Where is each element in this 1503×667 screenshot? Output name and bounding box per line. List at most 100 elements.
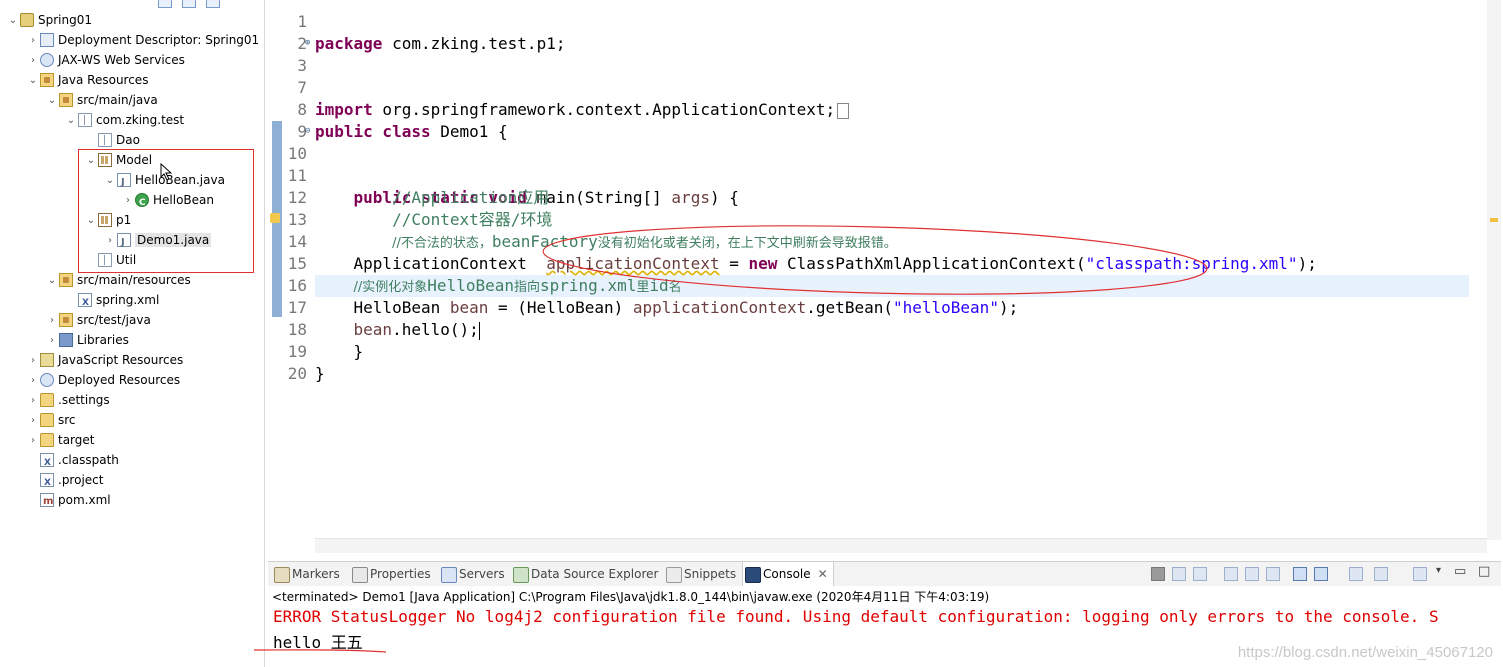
folder-icon (40, 432, 54, 447)
project-explorer: ⌄ Spring01 › Deployment Descriptor: Spring… (0, 0, 265, 667)
collapse-arrow-icon[interactable]: ⌄ (45, 91, 59, 111)
terminate-icon[interactable] (1151, 567, 1165, 581)
console-output[interactable]: <terminated> Demo1 [Java Application] C:… (268, 586, 1501, 667)
tab-data-source-explorer[interactable]: Data Source Explorer (511, 562, 658, 586)
view-menu-icon[interactable] (206, 0, 220, 8)
remove-all-launches-icon[interactable] (1193, 567, 1207, 581)
tree-item-project-file[interactable]: .project (26, 470, 103, 493)
tab-console[interactable]: Console ✕ (742, 562, 834, 586)
code-line: 7 (297, 78, 307, 97)
tree-item-target[interactable]: › target (26, 430, 95, 450)
tree-item-src-main-java[interactable]: ⌄ src/main/java (45, 90, 158, 110)
open-console-icon[interactable] (1413, 567, 1427, 581)
watermark: https://blog.csdn.net/weixin_45067120 (1237, 644, 1493, 661)
collapse-arrow-icon[interactable]: ⌄ (64, 111, 78, 131)
pin-console-icon[interactable] (1349, 567, 1363, 581)
data-source-icon (513, 567, 529, 583)
tree-item-package-com-zking-test[interactable]: ⌄ com.zking.test (64, 110, 184, 130)
tree-item-package-dao[interactable]: Dao (84, 130, 140, 150)
code-line: 2 (297, 34, 307, 53)
package-icon (78, 112, 92, 127)
tree-item-demo1-java[interactable]: ›Demo1.java (103, 230, 212, 253)
expand-arrow-icon[interactable]: › (26, 51, 40, 71)
show-on-stderr-icon[interactable] (1314, 567, 1328, 581)
web-services-icon (40, 52, 54, 67)
deployed-resources-icon (40, 372, 54, 387)
tree-item-package-p1[interactable]: ⌄ p1 (84, 210, 131, 230)
tab-properties[interactable]: Properties (350, 562, 431, 586)
properties-icon (352, 567, 368, 583)
tree-item-src-main-resources[interactable]: ⌄ src/main/resources (45, 270, 191, 290)
word-wrap-icon[interactable] (1266, 567, 1280, 581)
tree-item-package-util[interactable]: Util (84, 250, 136, 270)
package-icon (98, 152, 112, 167)
expand-arrow-icon[interactable]: › (26, 391, 40, 411)
project-icon (20, 12, 34, 27)
display-console-icon[interactable] (1374, 567, 1388, 581)
collapse-arrow-icon[interactable]: ⌄ (84, 211, 98, 231)
collapse-all-icon[interactable] (158, 0, 172, 8)
java-file-icon (117, 232, 131, 253)
tree-item-libraries[interactable]: › Libraries (45, 330, 129, 350)
expand-arrow-icon[interactable]: › (103, 231, 117, 251)
tree-item-jax-ws[interactable]: › JAX-WS Web Services (26, 50, 185, 70)
code-line: 13 //不合法的状态，beanFactory没有初始化或者关闭，在上下文中刷新… (287, 210, 897, 251)
collapse-arrow-icon[interactable]: ⌄ (26, 71, 40, 91)
bottom-view-tabs: Markers Properties Servers Data Source E… (268, 561, 1501, 587)
remove-launch-icon[interactable] (1172, 567, 1186, 581)
tree-item-deployed-resources[interactable]: › Deployed Resources (26, 370, 180, 390)
tab-servers[interactable]: Servers (439, 562, 505, 586)
expand-arrow-icon[interactable]: › (26, 351, 40, 371)
expand-arrow-icon[interactable]: › (26, 411, 40, 431)
tree-item-settings[interactable]: › .settings (26, 390, 110, 410)
tab-markers[interactable]: Markers (272, 562, 340, 586)
class-icon (135, 192, 149, 213)
collapse-arrow-icon[interactable]: ⌄ (45, 271, 59, 291)
tree-item-pom-xml[interactable]: pom.xml (26, 490, 111, 512)
source-folder-icon (59, 272, 73, 287)
collapse-fold-icon[interactable]: ⊖ (305, 120, 310, 142)
tree-item-classpath[interactable]: .classpath (26, 450, 119, 473)
explorer-toolbar (158, 0, 220, 8)
expand-arrow-icon[interactable]: › (45, 311, 59, 331)
link-with-editor-icon[interactable] (182, 0, 196, 8)
tree-item-package-model[interactable]: ⌄ Model (84, 150, 152, 170)
show-on-stdout-icon[interactable] (1293, 567, 1307, 581)
horizontal-scrollbar[interactable] (315, 538, 1487, 553)
tree-item-spring-xml[interactable]: spring.xml (64, 290, 159, 313)
tree-item-hellobean-class[interactable]: ›HelloBean (121, 190, 214, 213)
minimize-icon[interactable]: ▭ (1454, 564, 1466, 579)
clear-console-icon[interactable] (1224, 567, 1238, 581)
deployment-descriptor-icon (40, 32, 54, 47)
expand-arrow-icon[interactable]: › (26, 31, 40, 51)
code-line: 3 ⊕ import org.springframework.context.A… (269, 32, 1469, 119)
tree-item-src-test-java[interactable]: › src/test/java (45, 310, 151, 330)
collapse-arrow-icon[interactable]: ⌄ (84, 151, 98, 171)
tree-item-project[interactable]: ⌄ Spring01 (6, 10, 92, 30)
code-editor[interactable]: 1 package com.zking.test.p1; 2 3 ⊕ impor… (269, 0, 1501, 553)
code-line: 18 } (287, 320, 364, 361)
close-icon[interactable]: ✕ (818, 562, 828, 586)
tree-item-javascript-resources[interactable]: › JavaScript Resources (26, 350, 183, 370)
collapse-arrow-icon[interactable]: ⌄ (103, 171, 117, 191)
java-resources-icon (40, 72, 54, 87)
expand-arrow-icon[interactable]: › (121, 191, 135, 211)
tree-item-deployment-descriptor[interactable]: › Deployment Descriptor: Spring01 (26, 30, 259, 50)
expand-arrow-icon[interactable]: › (26, 431, 40, 451)
scroll-lock-icon[interactable] (1245, 567, 1259, 581)
folder-icon (40, 392, 54, 407)
expand-fold-icon[interactable]: ⊕ (305, 32, 310, 54)
tree-item-src[interactable]: › src (26, 410, 76, 430)
warning-marker[interactable] (1490, 218, 1498, 222)
view-menu-icon[interactable]: ▾ (1436, 565, 1441, 576)
expand-arrow-icon[interactable]: › (26, 371, 40, 391)
collapse-arrow-icon[interactable]: ⌄ (6, 11, 20, 31)
expand-arrow-icon[interactable]: › (45, 331, 59, 351)
stdout-output-line: hello 王五 (273, 633, 363, 652)
servers-icon (441, 567, 457, 583)
code-line: 16 HelloBean bean = (HelloBean) applicat… (287, 276, 1019, 317)
tab-snippets[interactable]: Snippets (664, 562, 736, 586)
tree-item-java-resources[interactable]: ⌄ Java Resources (26, 70, 148, 90)
maximize-icon[interactable]: □ (1478, 564, 1490, 579)
vertical-scrollbar[interactable] (1487, 0, 1501, 540)
